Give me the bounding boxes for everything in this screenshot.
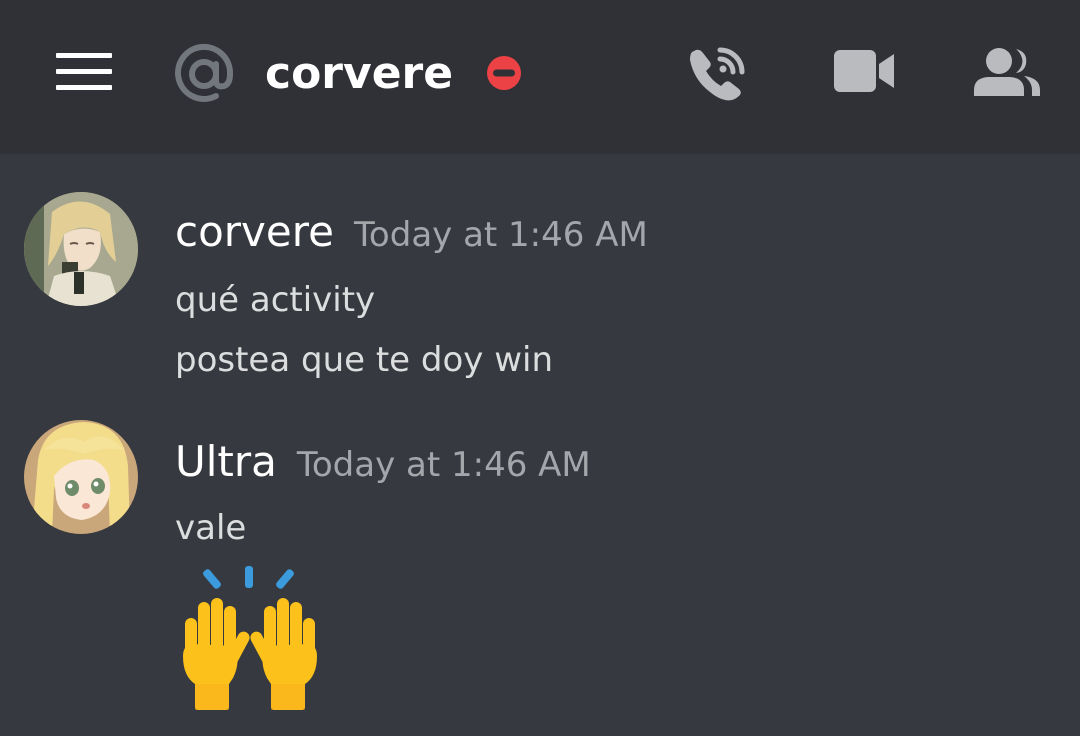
- dnd-status-icon: [487, 56, 521, 90]
- message-username[interactable]: Ultra: [175, 432, 277, 492]
- channel-title: corvere: [265, 48, 454, 99]
- message-text: qué activity: [175, 280, 376, 320]
- message-text: postea que te doy win: [175, 340, 554, 380]
- call-icon[interactable]: [686, 44, 750, 104]
- message-username[interactable]: corvere: [175, 202, 334, 262]
- at-icon: [175, 43, 234, 102]
- user-avatar[interactable]: [24, 420, 138, 534]
- message-text: vale: [175, 508, 247, 548]
- channel-header: corvere: [0, 0, 1080, 154]
- user-avatar[interactable]: [24, 192, 138, 306]
- dm-chat-screen: corvere corvere Today at 1:46 AM qué act…: [0, 0, 1080, 736]
- hamburger-menu-icon[interactable]: [56, 53, 112, 91]
- message-timestamp: Today at 1:46 AM: [296, 445, 591, 485]
- message-timestamp: Today at 1:46 AM: [353, 215, 648, 255]
- members-icon[interactable]: [972, 46, 1042, 98]
- video-call-icon[interactable]: [832, 48, 896, 94]
- raising-hands-emoji: [183, 566, 317, 710]
